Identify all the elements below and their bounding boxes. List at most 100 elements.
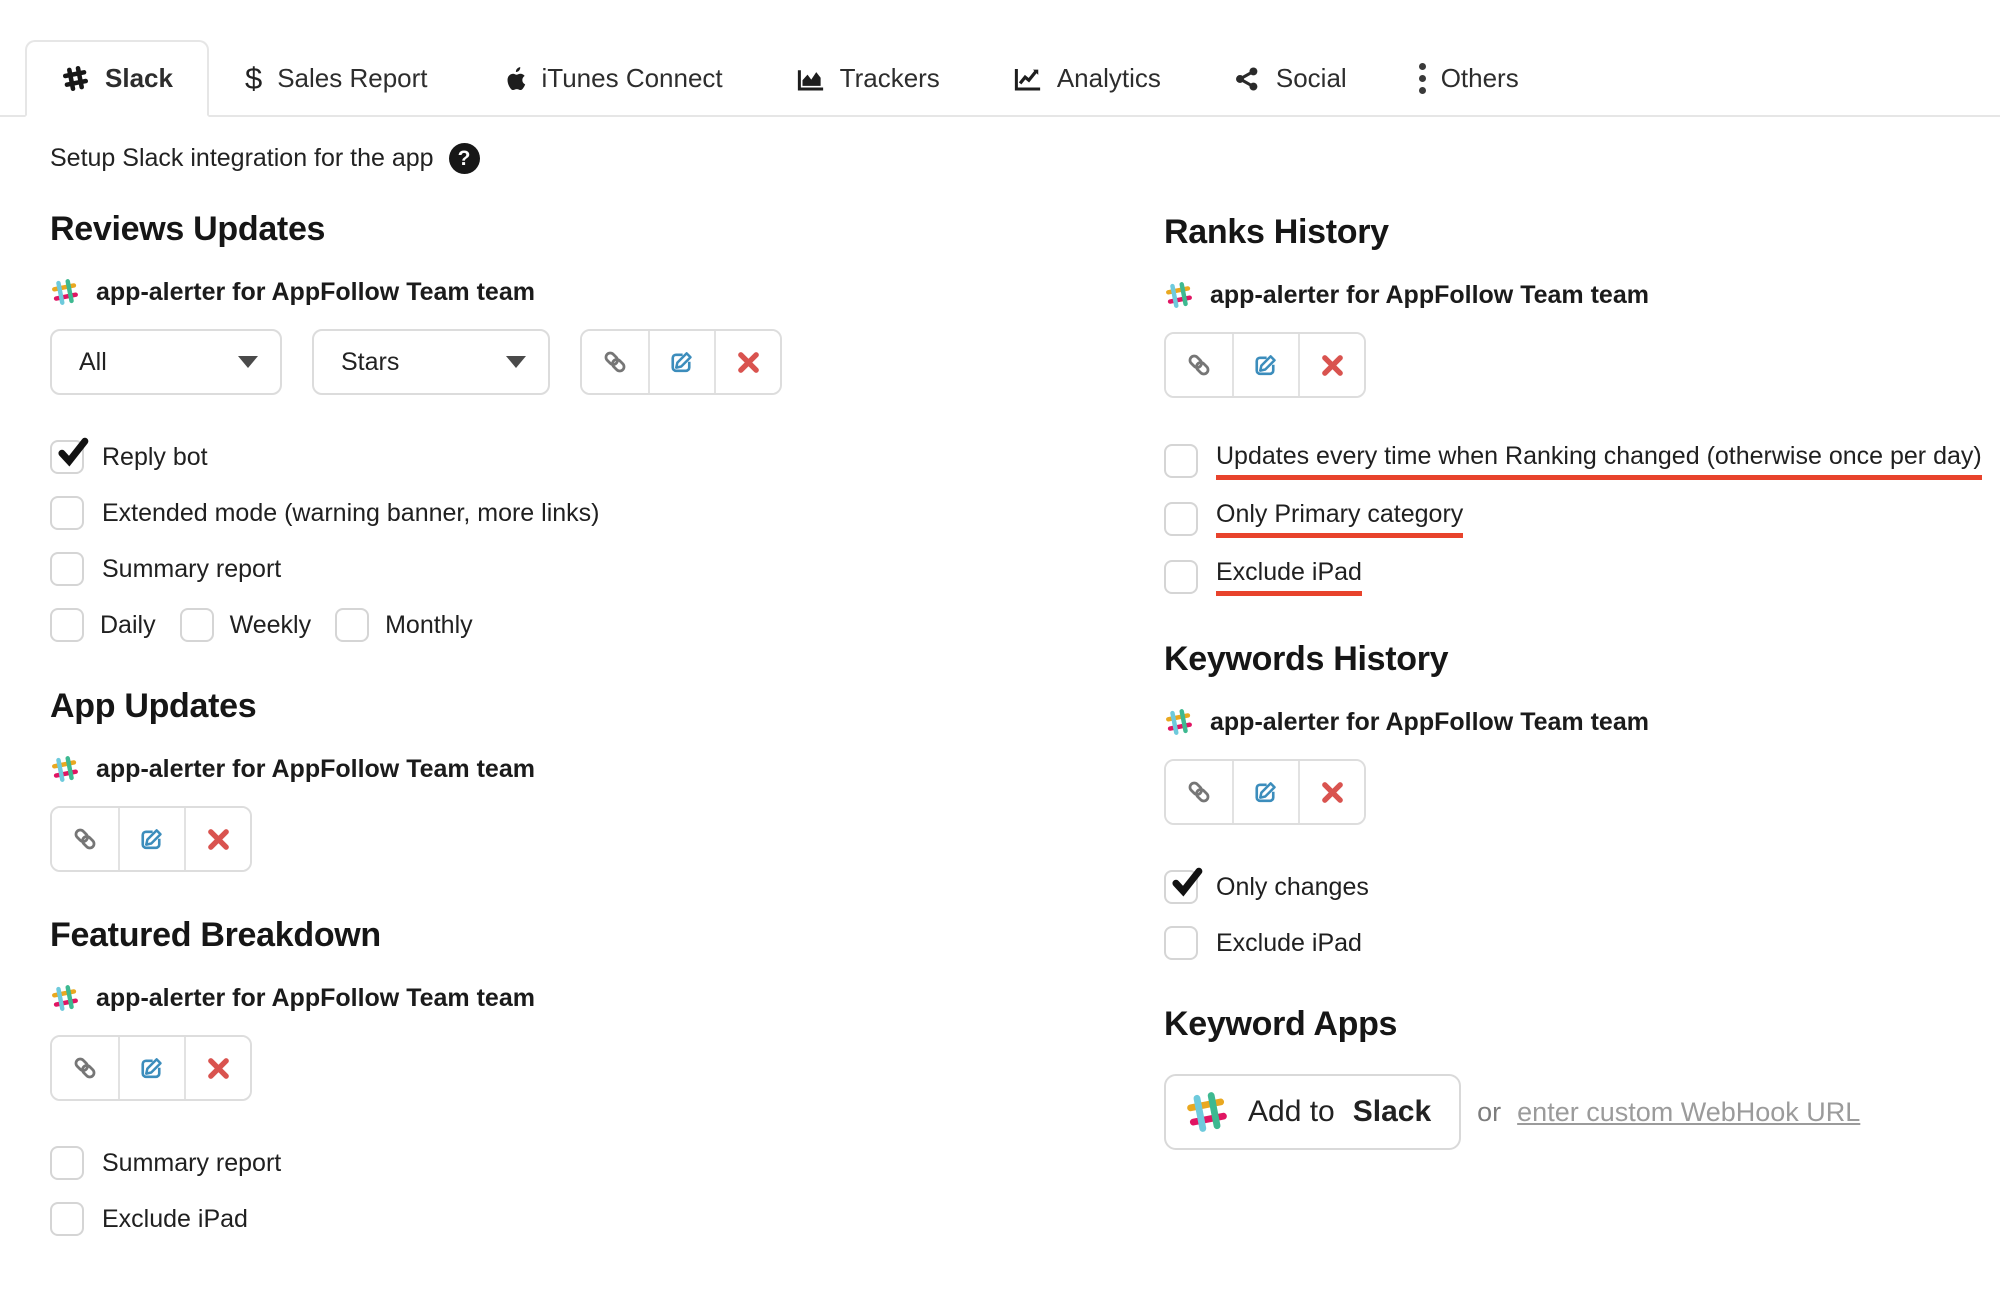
summary-report-row: Summary report (50, 1145, 912, 1181)
tab-itunes-connect[interactable]: iTunes Connect (464, 40, 759, 115)
only-changes-checkbox[interactable] (1164, 870, 1198, 904)
custom-webhook-link[interactable]: enter custom WebHook URL (1517, 1097, 1860, 1128)
edit-channel-button[interactable] (118, 1037, 184, 1099)
edit-icon (1251, 350, 1281, 380)
reviews-channel-actions (580, 329, 782, 395)
remove-channel-button[interactable] (714, 331, 780, 393)
section-title-reviews-updates: Reviews Updates (50, 210, 912, 249)
slack-logo-icon (1184, 1089, 1230, 1135)
only-primary-category-checkbox[interactable] (1164, 502, 1198, 536)
tab-social[interactable]: Social (1197, 40, 1383, 115)
tab-label: Slack (105, 63, 173, 94)
ranks-options: Updates every time when Ranking changed … (1164, 442, 1982, 596)
slack-logo-icon (50, 754, 80, 784)
remove-channel-button[interactable] (1298, 761, 1364, 823)
edit-channel-button[interactable] (1232, 334, 1298, 396)
summary-report-row: Summary report (50, 551, 912, 587)
channel-team-label: app-alerter for AppFollow Team team (1210, 708, 1649, 737)
channel-team-label: app-alerter for AppFollow Team team (1210, 281, 1649, 310)
featured-channel-row: app-alerter for AppFollow Team team (50, 983, 912, 1013)
section-title-app-updates: App Updates (50, 687, 912, 726)
edit-icon (137, 824, 167, 854)
checkbox-label: Reply bot (102, 443, 208, 472)
summary-report-checkbox[interactable] (50, 1146, 84, 1180)
stars-filter-select[interactable]: Stars (312, 329, 550, 395)
left-column: Setup Slack integration for the app ? Re… (50, 117, 912, 1257)
tab-label: iTunes Connect (542, 63, 723, 94)
exclude-ipad-row: Exclude iPad (1164, 558, 1982, 596)
remove-icon (205, 826, 232, 853)
remove-icon (205, 1055, 232, 1082)
link-icon (600, 347, 630, 377)
slack-hash-icon (61, 64, 90, 93)
section-title-ranks-history: Ranks History (1164, 213, 1982, 252)
tab-slack[interactable]: Slack (25, 40, 209, 117)
chevron-down-icon (238, 356, 258, 368)
exclude-ipad-row: Exclude iPad (50, 1201, 912, 1237)
remove-channel-button[interactable] (1298, 334, 1364, 396)
remove-channel-button[interactable] (184, 1037, 250, 1099)
remove-icon (735, 349, 762, 376)
exclude-ipad-checkbox[interactable] (1164, 926, 1198, 960)
tab-analytics[interactable]: Analytics (976, 40, 1197, 115)
daily-checkbox[interactable] (50, 608, 84, 642)
chevron-down-icon (506, 356, 526, 368)
tab-trackers[interactable]: Trackers (759, 40, 976, 115)
tab-sales-report[interactable]: $ Sales Report (209, 40, 464, 115)
checkbox-label: Daily (100, 611, 156, 640)
webhook-link-button[interactable] (1166, 334, 1232, 396)
tab-label: Sales Report (277, 63, 427, 94)
checkbox-label: Exclude iPad (1216, 558, 1362, 596)
add-to-slack-button[interactable]: Add to Slack (1164, 1074, 1461, 1150)
slack-logo-icon (50, 983, 80, 1013)
reply-bot-checkbox[interactable] (50, 440, 84, 474)
link-icon (70, 824, 100, 854)
extended-mode-checkbox[interactable] (50, 496, 84, 530)
edit-channel-button[interactable] (1232, 761, 1298, 823)
reviews-filter-select[interactable]: All (50, 329, 282, 395)
remove-channel-button[interactable] (184, 808, 250, 870)
section-title-keywords-history: Keywords History (1164, 640, 1982, 679)
webhook-link-button[interactable] (1166, 761, 1232, 823)
line-chart-icon (1012, 64, 1042, 94)
webhook-link-button[interactable] (582, 331, 648, 393)
webhook-link-button[interactable] (52, 808, 118, 870)
slack-logo-icon (1164, 707, 1194, 737)
question-circle-icon[interactable]: ? (449, 143, 480, 174)
ellipsis-vertical-icon (1419, 63, 1426, 94)
summary-report-checkbox[interactable] (50, 552, 84, 586)
ranking-updates-checkbox[interactable] (1164, 444, 1198, 478)
check-icon (1167, 863, 1207, 901)
edit-icon (1251, 777, 1281, 807)
exclude-ipad-checkbox[interactable] (50, 1202, 84, 1236)
webhook-link-button[interactable] (52, 1037, 118, 1099)
share-icon (1233, 65, 1261, 93)
reviews-controls: All Stars (50, 329, 912, 395)
ranking-updates-row: Updates every time when Ranking changed … (1164, 442, 1982, 480)
channel-team-label: app-alerter for AppFollow Team team (96, 984, 535, 1013)
reply-bot-row: Reply bot (50, 439, 912, 475)
edit-icon (137, 1053, 167, 1083)
right-column: Ranks History app-alerter for AppFollow … (1164, 117, 1982, 1257)
exclude-ipad-checkbox[interactable] (1164, 560, 1198, 594)
tab-bar: Slack $ Sales Report iTunes Connect Trac… (0, 0, 2000, 117)
keywords-channel-row: app-alerter for AppFollow Team team (1164, 707, 1982, 737)
checkbox-label: Exclude iPad (102, 1205, 248, 1234)
tab-others[interactable]: Others (1383, 40, 1555, 115)
featured-controls (50, 1035, 912, 1101)
edit-channel-button[interactable] (648, 331, 714, 393)
channel-team-label: app-alerter for AppFollow Team team (96, 278, 535, 307)
only-primary-category-row: Only Primary category (1164, 500, 1982, 538)
edit-channel-button[interactable] (118, 808, 184, 870)
add-to-slack-prefix: Add to (1248, 1095, 1335, 1129)
weekly-checkbox[interactable] (180, 608, 214, 642)
keywords-controls (1164, 759, 1982, 825)
checkbox-label: Summary report (102, 1149, 281, 1178)
or-text: or (1477, 1097, 1501, 1128)
checkbox-label: Only Primary category (1216, 500, 1463, 538)
tab-label: Social (1276, 63, 1347, 94)
edit-icon (667, 347, 697, 377)
tab-label: Trackers (840, 63, 940, 94)
monthly-checkbox[interactable] (335, 608, 369, 642)
checkbox-label: Monthly (385, 611, 473, 640)
